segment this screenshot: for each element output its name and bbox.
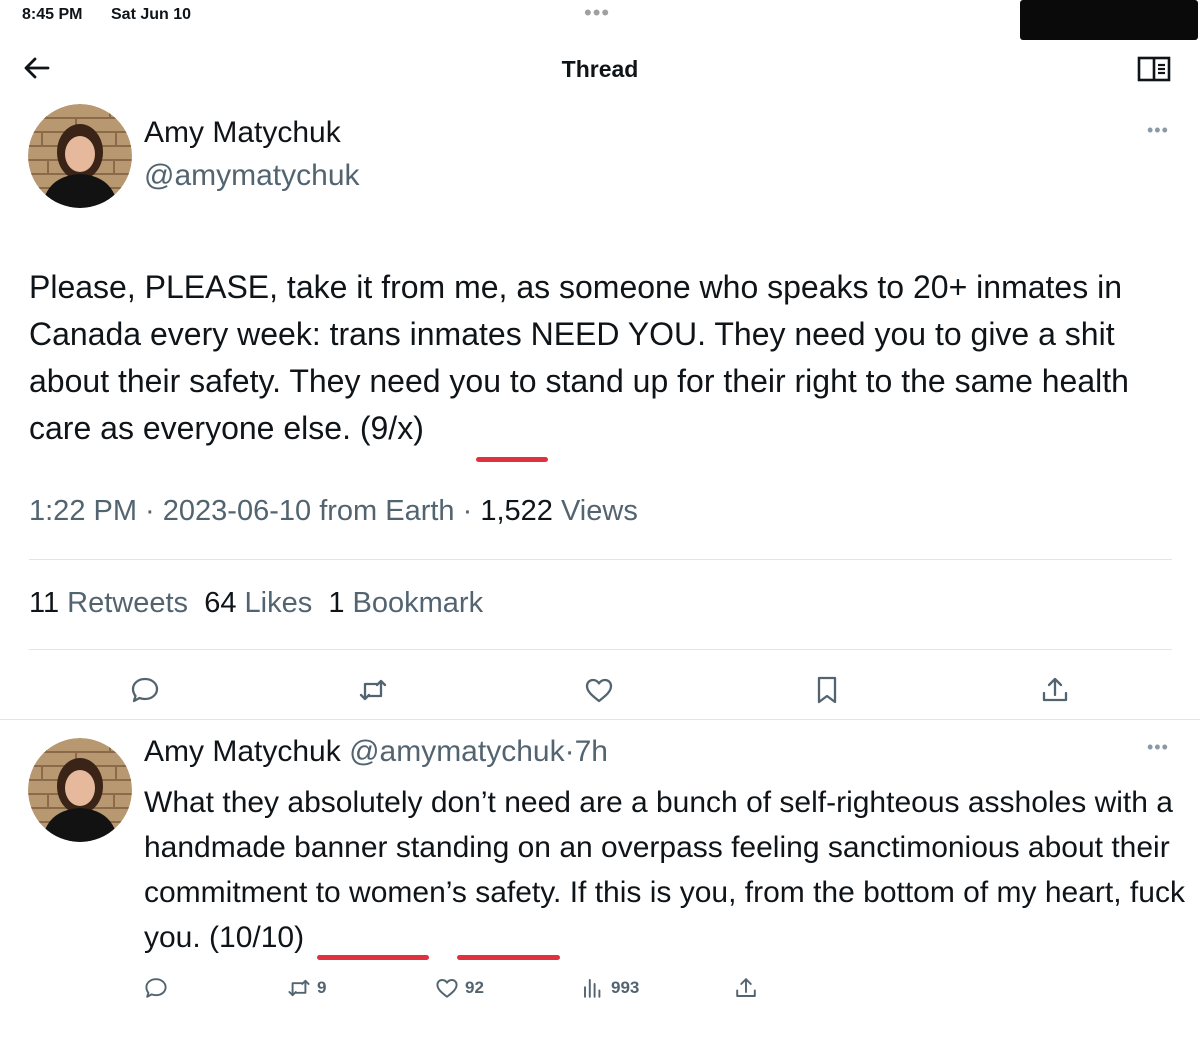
- thread-marker: (9/x): [359, 410, 424, 446]
- retweet-icon[interactable]: [358, 675, 388, 705]
- like-icon[interactable]: [584, 675, 614, 705]
- author-handle[interactable]: @amymatychuk: [144, 159, 360, 193]
- engagement-stats: 11 Retweets 64 Likes 1 Bookmark: [29, 587, 483, 620]
- highlight-underline: [457, 955, 560, 960]
- retweets-stat[interactable]: 11 Retweets: [29, 587, 188, 619]
- highlight-underline: [317, 955, 429, 960]
- author-name[interactable]: Amy Matychuk: [144, 735, 341, 768]
- share-button[interactable]: [734, 974, 758, 1002]
- avatar[interactable]: [28, 738, 132, 842]
- tweet-age[interactable]: 7h: [575, 735, 608, 768]
- status-date: Sat Jun 10: [111, 6, 192, 23]
- author-name[interactable]: Amy Matychuk: [144, 116, 341, 150]
- tweet-date[interactable]: 2023-06-10: [163, 495, 311, 527]
- retweet-icon: [288, 979, 310, 997]
- redacted-status-icons: [1020, 0, 1198, 40]
- share-icon[interactable]: [1040, 675, 1070, 705]
- like-button[interactable]: 92: [435, 974, 484, 1002]
- reply-header: Amy Matychuk @amymatychuk·7h: [144, 735, 608, 768]
- author-handle[interactable]: @amymatychuk: [349, 735, 565, 768]
- tweet-source: from Earth: [319, 495, 455, 527]
- more-icon[interactable]: •••: [1147, 737, 1169, 758]
- retweet-count: 9: [317, 978, 327, 997]
- reply-icon[interactable]: [130, 675, 160, 705]
- bookmark-icon[interactable]: [812, 675, 842, 705]
- reader-mode-icon[interactable]: [1137, 54, 1171, 84]
- more-icon[interactable]: •••: [1147, 120, 1169, 141]
- like-count: 92: [465, 978, 484, 997]
- thread-marker: (10/10): [209, 921, 305, 954]
- tweet-body: What they absolutely don’t need are a bu…: [144, 786, 1173, 909]
- tweet-meta: 1:22 PM · 2023-06-10 from Earth · 1,522 …: [29, 495, 638, 527]
- tweet-time[interactable]: 1:22 PM: [29, 495, 137, 527]
- reply-icon: [145, 978, 167, 998]
- thread-screen: 8:45 PM Sat Jun 10 ••• Thread Amy Matych…: [0, 0, 1200, 1037]
- tweet-text: Please, PLEASE, take it from me, as some…: [29, 264, 1189, 452]
- status-time: 8:45 PM: [22, 6, 83, 23]
- divider: [29, 559, 1172, 560]
- highlight-underline: [476, 457, 548, 462]
- views-count: 1,522: [480, 495, 553, 527]
- views-count: 993: [611, 978, 640, 997]
- divider: [0, 719, 1200, 720]
- views-button[interactable]: 993: [581, 974, 639, 1002]
- retweet-button[interactable]: 9: [287, 974, 326, 1002]
- tweet-body: Please, PLEASE, take it from me, as some…: [29, 269, 1129, 446]
- reply-button[interactable]: [144, 974, 168, 1002]
- likes-stat[interactable]: 64 Likes: [204, 587, 312, 619]
- views-label: Views: [560, 495, 638, 527]
- share-icon: [736, 978, 756, 997]
- divider: [29, 649, 1172, 650]
- bookmarks-stat[interactable]: 1 Bookmark: [328, 587, 483, 619]
- multitask-dots-icon[interactable]: •••: [584, 0, 610, 26]
- page-title: Thread: [561, 56, 639, 82]
- views-icon: [584, 979, 601, 998]
- avatar[interactable]: [28, 104, 132, 208]
- tweet-text: What they absolutely don’t need are a bu…: [144, 786, 1185, 954]
- like-icon: [436, 979, 458, 998]
